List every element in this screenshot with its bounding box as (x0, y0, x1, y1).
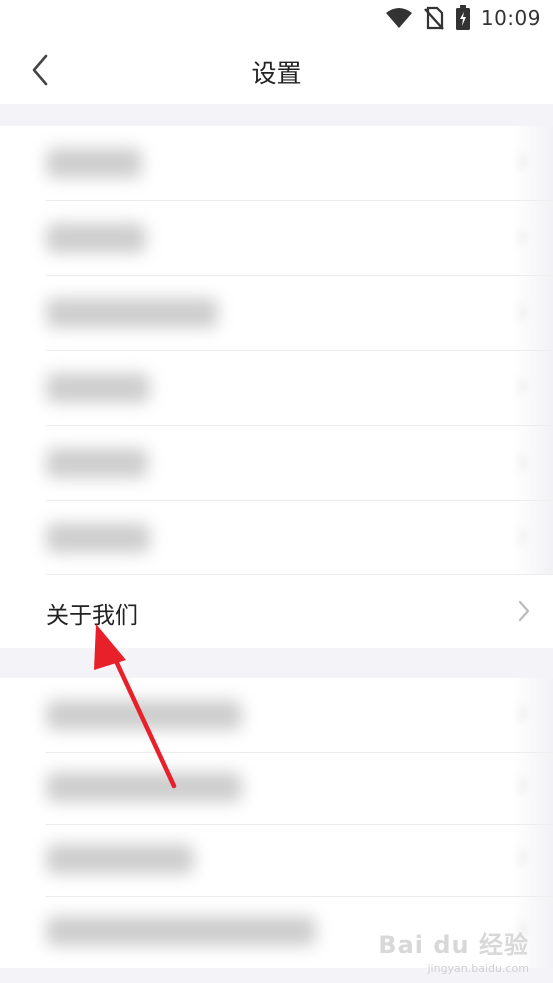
settings-row-blurred[interactable] (0, 678, 553, 753)
chevron-right-icon (517, 600, 531, 626)
watermark-url: jingyan.baidu.com (427, 962, 529, 975)
watermark-logo-text: Bai du 经验 (378, 931, 529, 959)
no-sim-icon (423, 6, 445, 30)
settings-row-blurred[interactable] (0, 351, 553, 426)
status-bar: 10:09 (0, 0, 553, 36)
settings-group-1 (0, 126, 553, 574)
settings-row-blurred[interactable] (0, 426, 553, 501)
wifi-icon (385, 7, 413, 29)
settings-row-blurred[interactable] (0, 501, 553, 574)
section-divider (0, 104, 553, 126)
nav-bar: 设置 (0, 36, 553, 104)
settings-row-blurred[interactable] (0, 750, 553, 825)
settings-row-blurred[interactable] (0, 822, 553, 897)
battery-charging-icon (455, 5, 471, 31)
about-us-row[interactable]: 关于我们 (0, 574, 553, 648)
page-title: 设置 (251, 59, 302, 88)
watermark-logo: Bai du 经验 jingyan.baidu.com (378, 925, 529, 975)
settings-screen: 10:09 设置 关于我们 Bai du 经验 jingyan.baidu.co… (0, 0, 553, 983)
status-time: 10:09 (480, 6, 541, 30)
about-us-label: 关于我们 (46, 603, 138, 629)
section-divider (0, 648, 553, 678)
settings-row-blurred[interactable] (0, 276, 553, 351)
settings-row-blurred[interactable] (0, 201, 553, 276)
settings-row-blurred[interactable] (0, 126, 553, 201)
